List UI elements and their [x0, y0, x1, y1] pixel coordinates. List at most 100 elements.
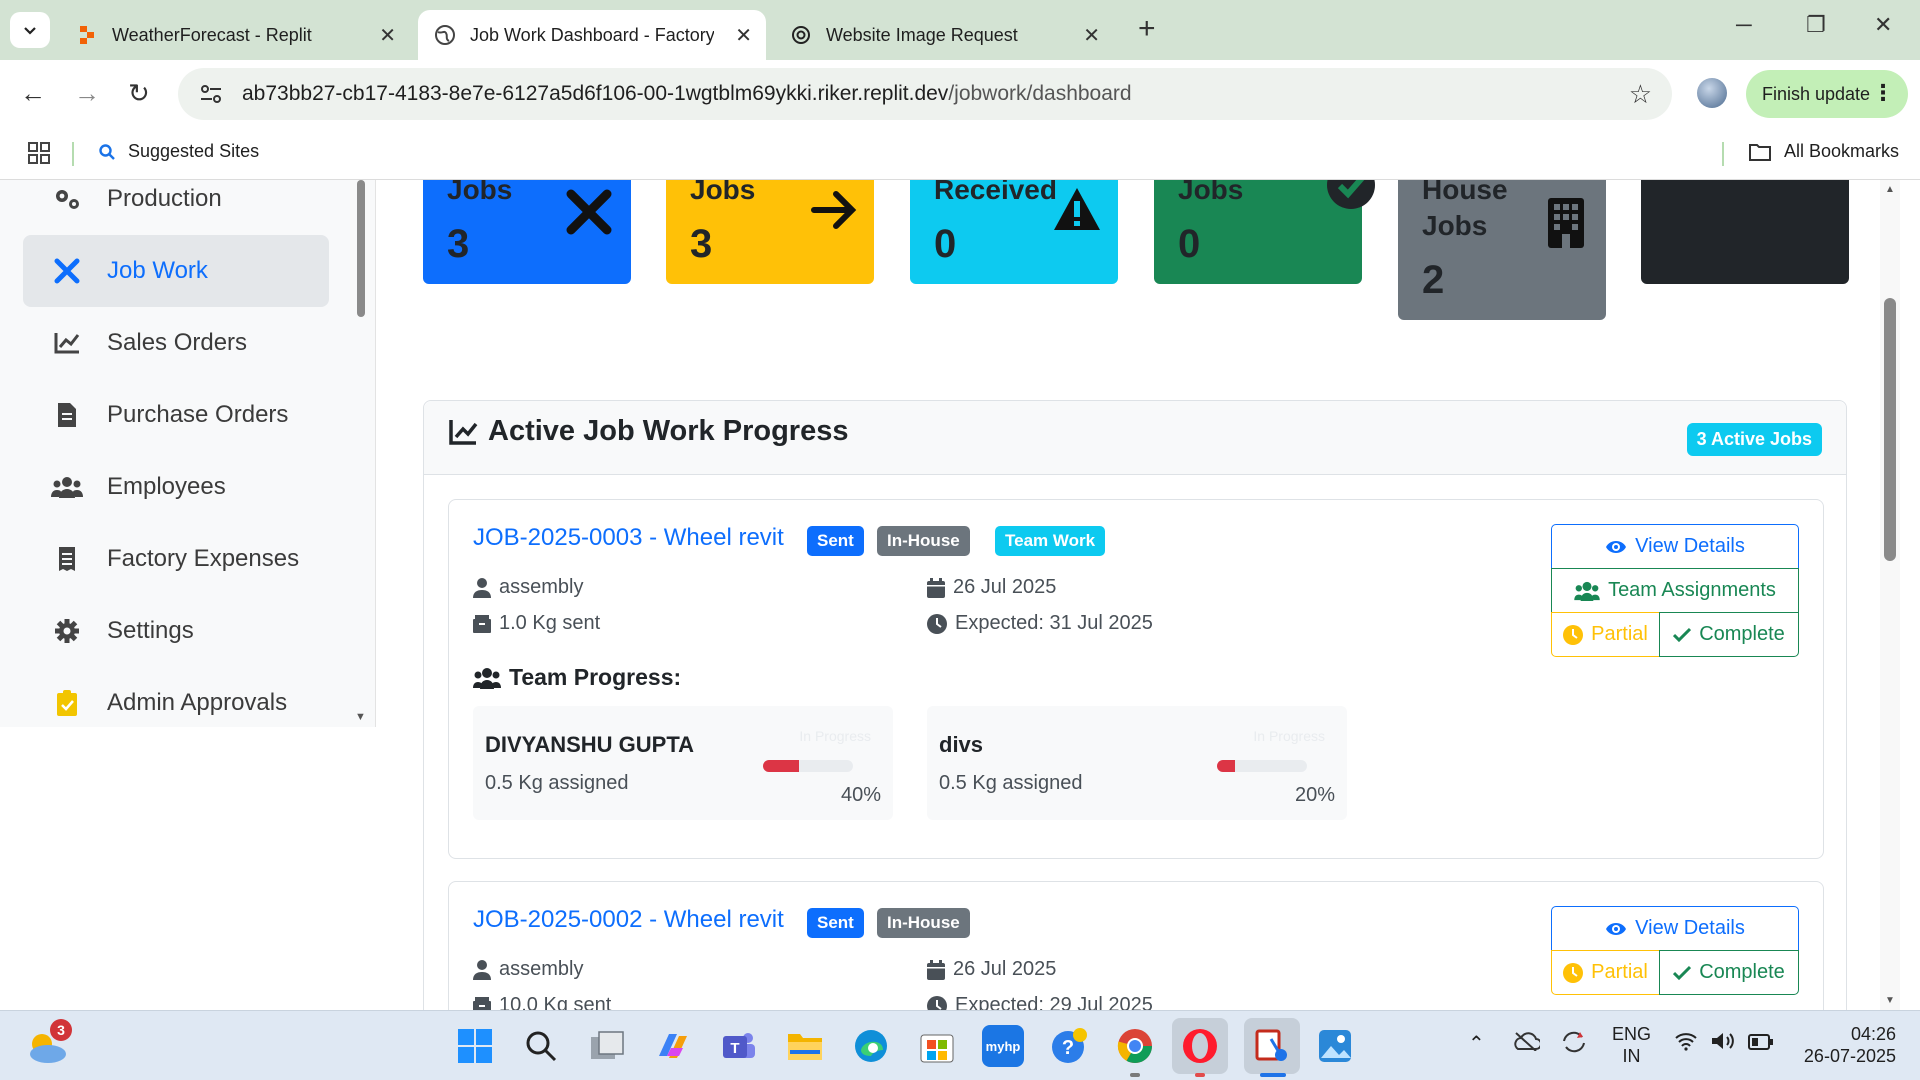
complete-button[interactable]: Complete [1659, 950, 1799, 995]
taskbar-photos[interactable] [1314, 1025, 1356, 1067]
battery-icon[interactable] [1748, 1033, 1774, 1055]
minimize-button[interactable]: ─ [1736, 12, 1752, 38]
stat-card-sent-jobs[interactable]: Jobs 3 [666, 180, 874, 284]
start-button[interactable] [454, 1025, 496, 1067]
close-icon[interactable]: ✕ [1083, 23, 1100, 48]
taskbar-edge[interactable] [850, 1025, 892, 1067]
url-path: /jobwork/dashboard [948, 82, 1132, 105]
sidebar-item-purchase-orders[interactable]: Purchase Orders [23, 379, 329, 451]
view-details-button[interactable]: View Details [1551, 524, 1799, 569]
replit-icon [76, 24, 98, 46]
gear-icon [51, 617, 83, 645]
sidebar-item-settings[interactable]: Settings [23, 595, 329, 667]
onedrive-icon[interactable] [1512, 1031, 1542, 1056]
close-icon[interactable]: ✕ [379, 23, 396, 48]
running-indicator [1130, 1073, 1140, 1077]
opera-icon [1183, 1029, 1217, 1063]
site-settings-icon[interactable] [198, 81, 224, 107]
main-scrollbar[interactable]: ▲ ▼ [1880, 180, 1900, 1010]
eye-icon [1606, 922, 1627, 935]
kebab-menu-icon[interactable]: ⋮ [1872, 80, 1894, 106]
stat-card-jobs[interactable]: Jobs 3 [423, 180, 631, 284]
running-indicator [1195, 1073, 1205, 1077]
partial-button[interactable]: Partial [1551, 612, 1660, 657]
button-label: View Details [1635, 917, 1745, 939]
system-clock[interactable]: 04:26 26-07-2025 [1796, 1023, 1896, 1067]
reload-button[interactable]: ↻ [128, 78, 150, 108]
job-title-link[interactable]: JOB-2025-0002 - Wheel revit [473, 906, 784, 934]
main-scroll-thumb[interactable] [1884, 298, 1896, 561]
weather-widget[interactable]: 3 [26, 1019, 72, 1067]
finish-update-button[interactable]: Finish update ⋮ [1746, 70, 1908, 118]
bookmark-suggested-sites[interactable]: Suggested Sites [98, 141, 259, 162]
job-title-link[interactable]: JOB-2025-0003 - Wheel revit [473, 524, 784, 552]
tab-website-image-request[interactable]: Website Image Request ✕ [774, 10, 1114, 60]
tab-job-work-dashboard[interactable]: Job Work Dashboard - Factory Management … [418, 10, 766, 60]
taskbar-snipping-tool[interactable] [1244, 1018, 1300, 1074]
sidebar-item-job-work[interactable]: Job Work [23, 235, 329, 307]
address-bar[interactable]: ab73bb27-cb17-4183-8e7e-6127a5d6f106-00-… [178, 68, 1672, 120]
sidebar-item-factory-expenses[interactable]: Factory Expenses [23, 523, 329, 595]
sidebar-item-production[interactable]: Production [23, 180, 329, 235]
window-close-button[interactable]: ✕ [1874, 12, 1892, 38]
scroll-down-arrow-icon[interactable]: ▼ [355, 711, 366, 723]
language-indicator[interactable]: ENG IN [1612, 1023, 1651, 1067]
job-date: 26 Jul 2025 [927, 576, 1056, 599]
task-view-icon [591, 1031, 624, 1059]
taskbar-chrome[interactable] [1114, 1025, 1156, 1067]
clock-time: 04:26 [1850, 1024, 1896, 1044]
apps-grid-icon[interactable] [27, 141, 51, 165]
sidebar-item-label: Employees [107, 473, 226, 500]
back-button[interactable]: ← [20, 78, 46, 108]
view-details-button[interactable]: View Details [1551, 906, 1799, 951]
taskbar-store[interactable] [916, 1025, 958, 1067]
task-view-button[interactable] [586, 1025, 628, 1067]
taskbar-get-help[interactable]: ? [1048, 1025, 1090, 1067]
member-progress-percent: 40% [840, 784, 881, 806]
taskbar-myhp[interactable]: myhp [982, 1025, 1024, 1067]
sidebar-item-sales-orders[interactable]: Sales Orders [23, 307, 329, 379]
scroll-up-arrow-icon[interactable]: ▲ [1885, 184, 1895, 195]
taskbar-opera[interactable] [1172, 1018, 1228, 1074]
tray-overflow-chevron-icon[interactable]: ⌃ [1468, 1033, 1485, 1055]
check-icon [1673, 627, 1692, 642]
team-assignments-button[interactable]: Team Assignments [1551, 568, 1799, 613]
job-expected: Expected: 29 Jul 2025 [927, 994, 1153, 1010]
tab-weatherforecast[interactable]: WeatherForecast - Replit ✕ [60, 10, 410, 60]
stat-card-dark[interactable] [1641, 180, 1849, 284]
stat-card-received[interactable]: Received 0 [910, 180, 1118, 284]
restore-button[interactable]: ❐ [1806, 12, 1826, 38]
sidebar-scroll-thumb[interactable] [357, 180, 365, 317]
scroll-down-arrow-icon[interactable]: ▼ [1885, 995, 1895, 1006]
team-progress-heading-text: Team Progress: [509, 664, 682, 690]
taskbar-file-explorer[interactable] [784, 1025, 826, 1067]
sidebar-item-admin-approvals[interactable]: Admin Approvals [23, 667, 329, 727]
new-tab-button[interactable]: + [1138, 14, 1156, 44]
stat-card-in-house-jobs[interactable]: House Jobs 2 [1398, 180, 1606, 320]
finish-update-label: Finish update [1762, 83, 1871, 104]
stat-value: 3 [447, 222, 470, 266]
forward-button[interactable]: → [74, 78, 100, 108]
sidebar-item-employees[interactable]: Employees [23, 451, 329, 523]
search-icon [526, 1031, 557, 1062]
wifi-icon[interactable] [1674, 1031, 1698, 1056]
sidebar-item-label: Factory Expenses [107, 545, 300, 572]
file-invoice-icon [51, 401, 83, 429]
close-icon[interactable]: ✕ [735, 23, 752, 48]
stat-card-completed-jobs[interactable]: Jobs 0 [1154, 180, 1375, 284]
sidebar-scrollbar[interactable]: ▼ [355, 180, 367, 727]
taskbar-copilot[interactable] [652, 1025, 694, 1067]
volume-icon[interactable] [1710, 1031, 1736, 1056]
chart-line-icon [449, 419, 478, 445]
partial-button[interactable]: Partial [1551, 950, 1660, 995]
bookmark-star-icon[interactable]: ☆ [1629, 79, 1652, 110]
all-bookmarks-button[interactable]: All Bookmarks [1748, 141, 1899, 162]
tab-search-button[interactable] [10, 12, 50, 48]
chart-line-icon [51, 331, 83, 355]
stat-value: 2 [1422, 258, 1445, 302]
profile-avatar[interactable] [1697, 78, 1727, 108]
taskbar-search-button[interactable] [520, 1025, 562, 1067]
taskbar-teams[interactable]: T [718, 1025, 760, 1067]
complete-button[interactable]: Complete [1659, 612, 1799, 657]
sync-icon[interactable] [1560, 1029, 1588, 1060]
